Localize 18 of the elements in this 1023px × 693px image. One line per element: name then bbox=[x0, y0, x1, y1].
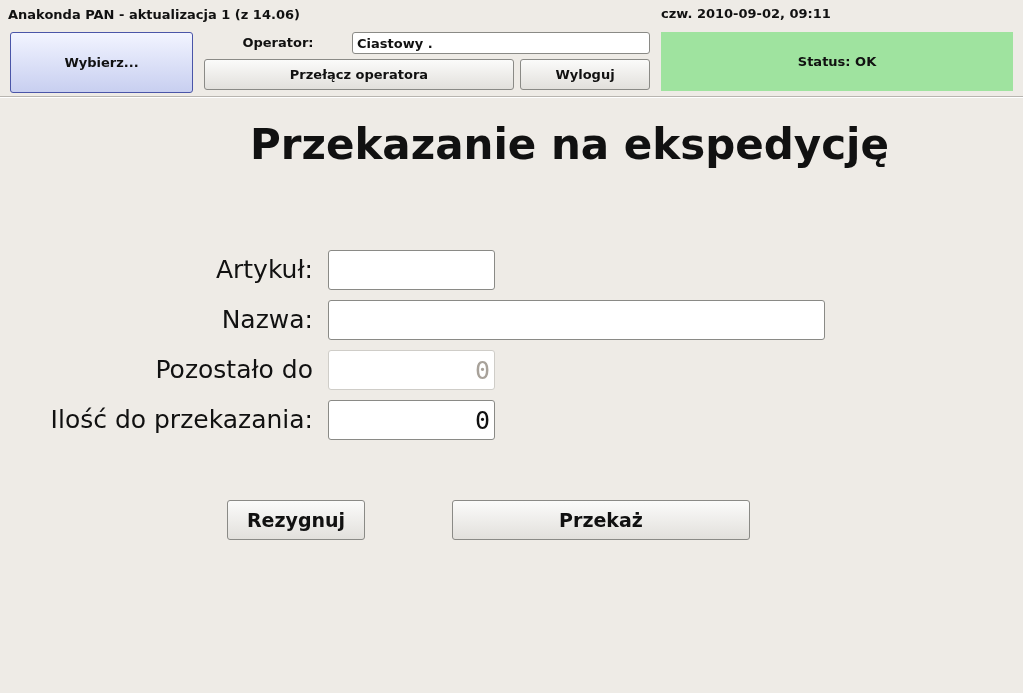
field-label: Ilość do przekazania: bbox=[49, 404, 314, 437]
field-label: Artykuł: bbox=[214, 254, 314, 287]
status-panel: Status: OK bbox=[661, 32, 1013, 91]
field-label: Nazwa: bbox=[220, 304, 314, 337]
input-field[interactable] bbox=[328, 300, 825, 340]
window-title: Anakonda PAN - aktualizacja 1 (z 14.06) bbox=[8, 6, 301, 24]
switch-operator-button[interactable]: Przełącz operatora bbox=[204, 59, 514, 90]
input-field[interactable]: 0 bbox=[328, 400, 495, 440]
logout-button[interactable]: Wyloguj bbox=[520, 59, 650, 90]
input-field[interactable] bbox=[328, 250, 495, 290]
page-title: Przekazanie na ekspedycję bbox=[250, 119, 889, 171]
submit-button[interactable]: Przekaż bbox=[452, 500, 750, 540]
date-time: czw. 2010-09-02, 09:11 bbox=[661, 6, 832, 22]
field-label: Pozostało do bbox=[154, 354, 314, 387]
select-button[interactable]: Wybierz... bbox=[10, 32, 193, 93]
operator-label: Operator: bbox=[241, 34, 315, 53]
cancel-button[interactable]: Rezygnuj bbox=[227, 500, 365, 540]
operator-field[interactable]: Ciastowy . bbox=[352, 32, 650, 54]
